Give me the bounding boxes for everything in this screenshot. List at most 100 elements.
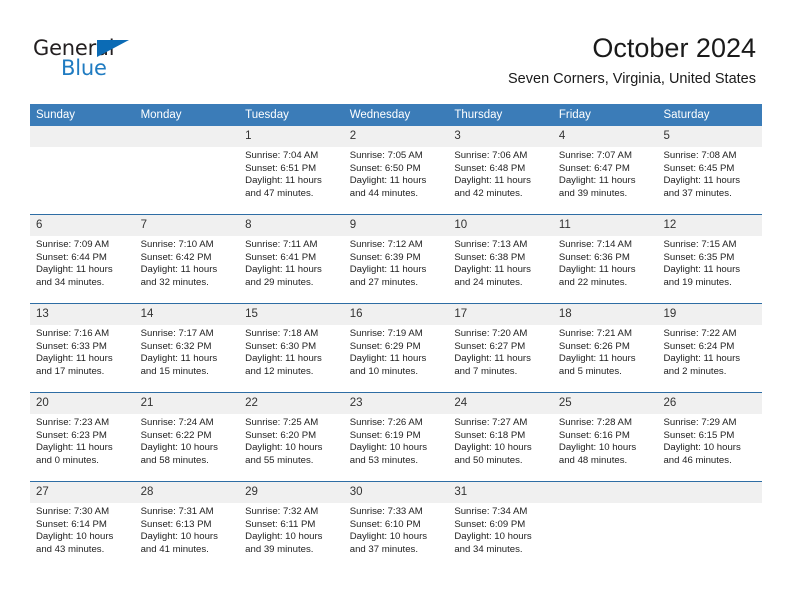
sunset-text: Sunset: 6:19 PM bbox=[349, 429, 421, 441]
day-number: 23 bbox=[349, 397, 363, 409]
day-cell[interactable]: 21 Sunrise: 7:24 AM Sunset: 6:22 PM Dayligh… bbox=[134, 393, 240, 481]
daylight-text-line1: Daylight: 11 hours bbox=[245, 353, 322, 365]
day-info: Sunrise: 7:10 AM Sunset: 6:42 PM Daylight:… bbox=[135, 236, 240, 289]
day-info: Sunrise: 7:24 AM Sunset: 6:22 PM Daylight:… bbox=[135, 414, 240, 467]
day-cell-empty bbox=[657, 482, 763, 570]
daylight-text-line1: Daylight: 11 hours bbox=[245, 175, 322, 187]
day-cell[interactable]: 8 Sunrise: 7:11 AM Sunset: 6:41 PM Daylight… bbox=[239, 215, 344, 303]
sunrise-text: Sunrise: 7:13 AM bbox=[454, 239, 528, 250]
sunset-text: Sunset: 6:23 PM bbox=[36, 429, 107, 441]
sunrise-text: Sunrise: 7:12 AM bbox=[349, 239, 423, 250]
day-cell[interactable]: 15 Sunrise: 7:18 AM Sunset: 6:30 PM Dayligh… bbox=[239, 304, 344, 392]
day-cell[interactable]: 13 Sunrise: 7:16 AM Sunset: 6:33 PM Dayligh… bbox=[30, 304, 135, 392]
sunrise-text: Sunrise: 7:16 AM bbox=[36, 328, 110, 339]
sunrise-text: Sunrise: 7:22 AM bbox=[663, 328, 737, 339]
day-cell[interactable]: 24 Sunrise: 7:27 AM Sunset: 6:18 PM Dayligh… bbox=[448, 393, 553, 481]
day-number-band: 31 bbox=[448, 482, 553, 503]
day-cell[interactable]: 4 Sunrise: 7:07 AM Sunset: 6:47 PM Daylight… bbox=[552, 126, 658, 214]
day-cell[interactable]: 28 Sunrise: 7:31 AM Sunset: 6:13 PM Dayligh… bbox=[134, 482, 240, 570]
day-info: Sunrise: 7:15 AM Sunset: 6:35 PM Daylight:… bbox=[657, 236, 762, 289]
daylight-text-line2: and 19 minutes. bbox=[663, 276, 732, 288]
day-cell[interactable]: 19 Sunrise: 7:22 AM Sunset: 6:24 PM Dayligh… bbox=[657, 304, 763, 392]
day-cell[interactable]: 6 Sunrise: 7:09 AM Sunset: 6:44 PM Daylight… bbox=[30, 215, 135, 303]
sunset-text: Sunset: 6:29 PM bbox=[349, 340, 421, 352]
day-cell[interactable]: 22 Sunrise: 7:25 AM Sunset: 6:20 PM Dayligh… bbox=[239, 393, 344, 481]
day-cell[interactable]: 17 Sunrise: 7:20 AM Sunset: 6:27 PM Dayligh… bbox=[448, 304, 553, 392]
day-info: Sunrise: 7:13 AM Sunset: 6:38 PM Daylight:… bbox=[448, 236, 553, 289]
day-cell[interactable]: 27 Sunrise: 7:30 AM Sunset: 6:14 PM Dayligh… bbox=[30, 482, 135, 570]
day-number: 30 bbox=[349, 486, 363, 498]
day-number: 3 bbox=[454, 130, 461, 142]
sunrise-text: Sunrise: 7:08 AM bbox=[663, 150, 737, 161]
sunrise-text: Sunrise: 7:06 AM bbox=[454, 150, 528, 161]
sunrise-text: Sunrise: 7:04 AM bbox=[245, 150, 319, 161]
calendar-page: General Blue October 2024 Seven Corners,… bbox=[0, 0, 792, 612]
daylight-text-line2: and 27 minutes. bbox=[349, 276, 419, 288]
general-blue-logo[interactable]: General Blue bbox=[33, 36, 213, 86]
day-cell[interactable]: 14 Sunrise: 7:17 AM Sunset: 6:32 PM Dayligh… bbox=[134, 304, 240, 392]
sunset-text: Sunset: 6:18 PM bbox=[454, 429, 526, 441]
day-number-band: 7 bbox=[134, 215, 240, 236]
sunset-text: Sunset: 6:20 PM bbox=[245, 429, 317, 441]
day-number-band: 11 bbox=[552, 215, 658, 236]
day-cell[interactable]: 20 Sunrise: 7:23 AM Sunset: 6:23 PM Dayligh… bbox=[30, 393, 135, 481]
day-info: Sunrise: 7:25 AM Sunset: 6:20 PM Daylight:… bbox=[239, 414, 344, 467]
daylight-text-line1: Daylight: 10 hours bbox=[36, 531, 114, 543]
sunrise-text: Sunrise: 7:20 AM bbox=[454, 328, 528, 339]
sunset-text: Sunset: 6:50 PM bbox=[349, 162, 421, 174]
day-cell-empty bbox=[552, 482, 658, 570]
day-cell[interactable]: 9 Sunrise: 7:12 AM Sunset: 6:39 PM Daylight… bbox=[343, 215, 449, 303]
day-info: Sunrise: 7:12 AM Sunset: 6:39 PM Daylight:… bbox=[344, 236, 449, 289]
daylight-text-line2: and 41 minutes. bbox=[140, 543, 209, 555]
day-cell[interactable]: 2 Sunrise: 7:05 AM Sunset: 6:50 PM Daylight… bbox=[343, 126, 449, 214]
day-info: Sunrise: 7:34 AM Sunset: 6:09 PM Daylight:… bbox=[448, 503, 553, 556]
day-cell[interactable]: 12 Sunrise: 7:15 AM Sunset: 6:35 PM Dayligh… bbox=[657, 215, 763, 303]
day-cell[interactable]: 16 Sunrise: 7:19 AM Sunset: 6:29 PM Dayligh… bbox=[343, 304, 449, 392]
sunrise-text: Sunrise: 7:05 AM bbox=[349, 150, 423, 161]
weekday-header-friday: Friday bbox=[558, 109, 591, 121]
weekday-header-tuesday: Tuesday bbox=[245, 109, 289, 121]
day-cell[interactable]: 5 Sunrise: 7:08 AM Sunset: 6:45 PM Daylight… bbox=[657, 126, 763, 214]
day-cell[interactable]: 29 Sunrise: 7:32 AM Sunset: 6:11 PM Dayligh… bbox=[239, 482, 344, 570]
sunset-text: Sunset: 6:35 PM bbox=[663, 251, 735, 263]
sunrise-text: Sunrise: 7:10 AM bbox=[140, 239, 214, 250]
sunrise-text: Sunrise: 7:29 AM bbox=[663, 417, 737, 428]
daylight-text-line1: Daylight: 11 hours bbox=[663, 353, 741, 365]
daylight-text-line1: Daylight: 10 hours bbox=[140, 442, 218, 454]
day-cell[interactable]: 10 Sunrise: 7:13 AM Sunset: 6:38 PM Dayligh… bbox=[448, 215, 553, 303]
day-cell[interactable]: 26 Sunrise: 7:29 AM Sunset: 6:15 PM Dayligh… bbox=[657, 393, 763, 481]
day-info: Sunrise: 7:20 AM Sunset: 6:27 PM Daylight:… bbox=[448, 325, 553, 378]
day-number-band: 1 bbox=[239, 126, 344, 147]
week-row: 27 Sunrise: 7:30 AM Sunset: 6:14 PM Dayligh… bbox=[30, 481, 763, 570]
daylight-text-line1: Daylight: 11 hours bbox=[36, 353, 113, 365]
day-number-band bbox=[552, 482, 658, 503]
sunset-text: Sunset: 6:30 PM bbox=[245, 340, 317, 352]
sunrise-text: Sunrise: 7:15 AM bbox=[663, 239, 737, 250]
day-cell[interactable]: 23 Sunrise: 7:26 AM Sunset: 6:19 PM Dayligh… bbox=[343, 393, 449, 481]
day-info: Sunrise: 7:07 AM Sunset: 6:47 PM Daylight:… bbox=[553, 147, 658, 200]
sunrise-text: Sunrise: 7:32 AM bbox=[245, 506, 319, 517]
day-cell[interactable]: 7 Sunrise: 7:10 AM Sunset: 6:42 PM Daylight… bbox=[134, 215, 240, 303]
week-row: 13 Sunrise: 7:16 AM Sunset: 6:33 PM Dayligh… bbox=[30, 303, 763, 392]
weekday-header-sunday: Sunday bbox=[36, 109, 76, 121]
daylight-text-line1: Daylight: 11 hours bbox=[140, 264, 218, 276]
daylight-text-line1: Daylight: 11 hours bbox=[663, 264, 741, 276]
day-number: 31 bbox=[454, 486, 468, 498]
day-number-band: 5 bbox=[657, 126, 763, 147]
day-cell[interactable]: 30 Sunrise: 7:33 AM Sunset: 6:10 PM Dayligh… bbox=[343, 482, 449, 570]
day-cell[interactable]: 3 Sunrise: 7:06 AM Sunset: 6:48 PM Daylight… bbox=[448, 126, 553, 214]
sunrise-text: Sunrise: 7:25 AM bbox=[245, 417, 319, 428]
day-number: 22 bbox=[245, 397, 258, 409]
day-cell[interactable]: 25 Sunrise: 7:28 AM Sunset: 6:16 PM Dayligh… bbox=[552, 393, 658, 481]
day-number: 28 bbox=[140, 486, 154, 498]
week-row: 1 Sunrise: 7:04 AM Sunset: 6:51 PM Daylight… bbox=[30, 126, 763, 214]
day-cell[interactable]: 11 Sunrise: 7:14 AM Sunset: 6:36 PM Dayligh… bbox=[552, 215, 658, 303]
day-cell[interactable]: 18 Sunrise: 7:21 AM Sunset: 6:26 PM Dayligh… bbox=[552, 304, 658, 392]
day-number: 10 bbox=[454, 219, 468, 231]
day-number: 5 bbox=[663, 130, 670, 142]
day-cell[interactable]: 1 Sunrise: 7:04 AM Sunset: 6:51 PM Daylight… bbox=[239, 126, 344, 214]
weekday-header-thursday: Thursday bbox=[454, 109, 503, 121]
day-info: Sunrise: 7:06 AM Sunset: 6:48 PM Daylight:… bbox=[448, 147, 553, 200]
day-cell[interactable]: 31 Sunrise: 7:34 AM Sunset: 6:09 PM Dayligh… bbox=[448, 482, 553, 570]
sunset-text: Sunset: 6:13 PM bbox=[140, 518, 212, 530]
